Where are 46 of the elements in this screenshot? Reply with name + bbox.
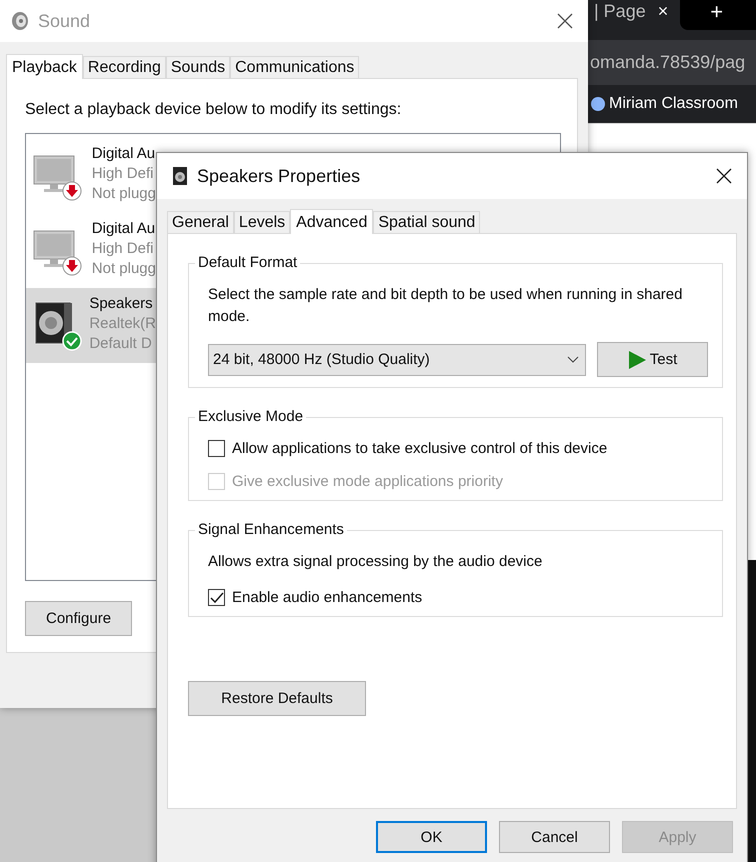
tab[interactable]: Communications bbox=[230, 56, 360, 78]
tab[interactable]: Spatial sound bbox=[373, 211, 480, 233]
restore-defaults-button[interactable]: Restore Defaults bbox=[188, 681, 366, 716]
chevron-down-icon bbox=[567, 356, 579, 364]
device-status: Default D bbox=[89, 334, 153, 354]
device-description: High Defi bbox=[92, 164, 154, 184]
tab[interactable]: Levels bbox=[234, 211, 290, 233]
device-status: Not plugg bbox=[92, 184, 156, 204]
device-description: High Defi bbox=[92, 238, 154, 258]
bookmark-label: Miriam Classroom bbox=[609, 95, 738, 113]
device-row[interactable]: Digital Au High Defi Not plugg bbox=[26, 213, 156, 288]
instruction-text: Select a playback device below to modify its settings: bbox=[25, 101, 402, 119]
close-icon[interactable] bbox=[556, 12, 574, 30]
tab[interactable]: Sounds bbox=[166, 56, 230, 78]
window-title: Speakers Properties bbox=[197, 166, 362, 186]
check-icon bbox=[210, 592, 224, 604]
dialog-button[interactable]: OK bbox=[376, 821, 487, 853]
description-text: Allows extra signal processing by the audio device bbox=[208, 552, 544, 572]
tab[interactable]: Advanced bbox=[290, 209, 374, 234]
tab[interactable]: Recording bbox=[82, 56, 166, 78]
browser-tab[interactable]: | Page bbox=[594, 1, 646, 22]
device-name: Digital Au bbox=[92, 144, 156, 164]
speaker-icon bbox=[171, 166, 189, 186]
group-title: Signal Enhancements bbox=[195, 521, 347, 538]
window-title: Sound bbox=[38, 10, 92, 32]
checkbox[interactable]: Enable audio enhancements bbox=[208, 589, 708, 606]
checkbox[interactable]: Allow applications to take exclusive control of this device bbox=[208, 440, 708, 457]
test-button[interactable]: Test bbox=[597, 342, 708, 377]
dialog-button: Apply bbox=[622, 821, 733, 853]
close-icon[interactable] bbox=[715, 167, 733, 185]
tab[interactable]: General bbox=[167, 211, 234, 233]
device-name: Speakers bbox=[89, 294, 154, 314]
tab-close-button[interactable]: × bbox=[658, 1, 668, 22]
device-name: Digital Au bbox=[92, 218, 156, 238]
device-description: Realtek(R bbox=[89, 314, 156, 334]
device-row[interactable]: Digital Au High Defi Not plugg bbox=[26, 138, 156, 213]
format-dropdown[interactable]: 24 bit, 48000 Hz (Studio Quality) bbox=[208, 344, 586, 376]
dialog-button[interactable]: Cancel bbox=[499, 821, 610, 853]
device-status: Not plugg bbox=[92, 258, 156, 278]
description-text: Select the sample rate and bit depth to be used when running in shared mode. bbox=[208, 285, 684, 327]
device-row[interactable]: Speakers Realtek(R Default D bbox=[26, 288, 156, 363]
configure-button[interactable]: Configure bbox=[25, 601, 132, 636]
speaker-icon bbox=[10, 10, 30, 32]
play-icon bbox=[628, 350, 646, 368]
tab[interactable]: Playback bbox=[6, 54, 83, 79]
new-tab-button[interactable]: + bbox=[680, 0, 756, 30]
